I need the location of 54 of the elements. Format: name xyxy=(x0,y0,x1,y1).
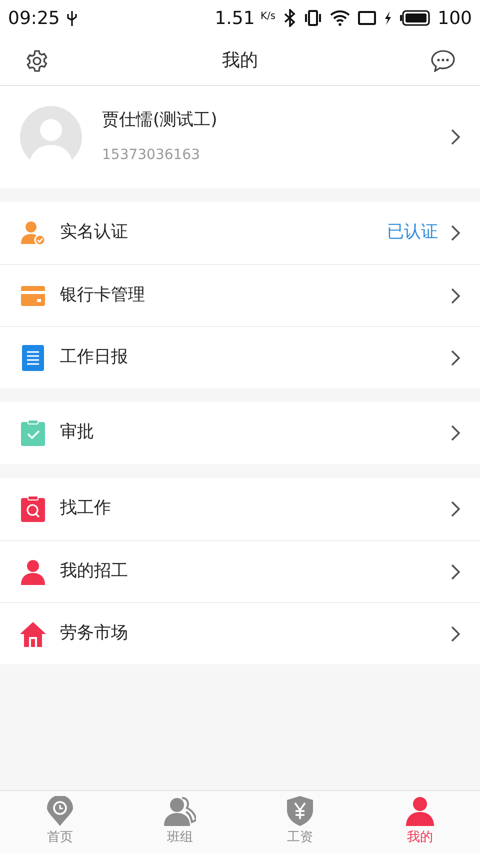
status-label: 已认证 xyxy=(387,221,438,244)
bluetooth-icon xyxy=(284,9,296,27)
menu-label: 我的招工 xyxy=(60,560,129,583)
battery-level: 100 xyxy=(438,6,472,30)
menu-label: 审批 xyxy=(60,421,95,444)
charging-icon xyxy=(384,11,392,25)
screen-icon xyxy=(358,11,376,25)
time: 09:25 xyxy=(8,6,60,30)
chevron-right-icon xyxy=(450,225,460,241)
user-name: 贾仕懦(测试工) xyxy=(102,108,218,132)
menu-item[interactable]: 劳务市场 xyxy=(0,602,480,664)
menu-item[interactable]: 工作日报 xyxy=(0,326,480,388)
chevron-right-icon xyxy=(450,501,460,517)
user-check-icon xyxy=(20,220,46,246)
chevron-right-icon xyxy=(450,626,460,642)
settings-button[interactable] xyxy=(24,48,50,74)
people-icon xyxy=(164,796,196,826)
menu-label: 找工作 xyxy=(60,497,112,520)
card-icon xyxy=(21,286,45,306)
menu-label: 实名认证 xyxy=(60,221,129,244)
page-title: 我的 xyxy=(222,49,258,73)
clipboard-search-icon xyxy=(21,496,45,522)
menu-item[interactable]: 找工作 xyxy=(0,478,480,540)
location-clock-icon xyxy=(47,796,73,826)
profile-card[interactable]: 贾仕懦(测试工) 15373036163 xyxy=(0,86,480,188)
avatar xyxy=(20,106,82,168)
menu-item[interactable]: 银行卡管理 xyxy=(0,264,480,326)
network-speed: 1.51 $^{K/s}$ xyxy=(214,6,276,30)
house-icon xyxy=(20,620,46,646)
wifi-icon xyxy=(330,10,350,26)
menu-label: 银行卡管理 xyxy=(60,284,146,307)
nav-tab[interactable]: 我的 xyxy=(360,791,480,853)
chevron-right-icon xyxy=(450,129,460,145)
chevron-right-icon xyxy=(450,564,460,580)
yen-shield-icon xyxy=(287,796,313,826)
messages-button[interactable] xyxy=(430,48,456,74)
menu-label: 工作日报 xyxy=(60,346,129,369)
usb-icon xyxy=(66,10,78,26)
vibrate-icon xyxy=(304,10,322,26)
chevron-right-icon xyxy=(450,425,460,441)
menu-label: 劳务市场 xyxy=(60,622,129,645)
menu-item[interactable]: 审批 xyxy=(0,402,480,464)
person-icon xyxy=(20,558,46,584)
menu-item[interactable]: 实名认证 已认证 xyxy=(0,202,480,264)
chevron-right-icon xyxy=(450,350,460,366)
phone-number: 15373036163 xyxy=(102,146,201,166)
settings-icon xyxy=(25,48,49,72)
document-icon xyxy=(22,344,44,370)
clipboard-check-icon xyxy=(21,420,45,446)
person-icon xyxy=(405,796,435,826)
chat-bubble-icon xyxy=(431,50,455,72)
chevron-right-icon xyxy=(450,288,460,304)
menu-item[interactable]: 我的招工 xyxy=(0,540,480,602)
battery-icon xyxy=(400,10,430,26)
